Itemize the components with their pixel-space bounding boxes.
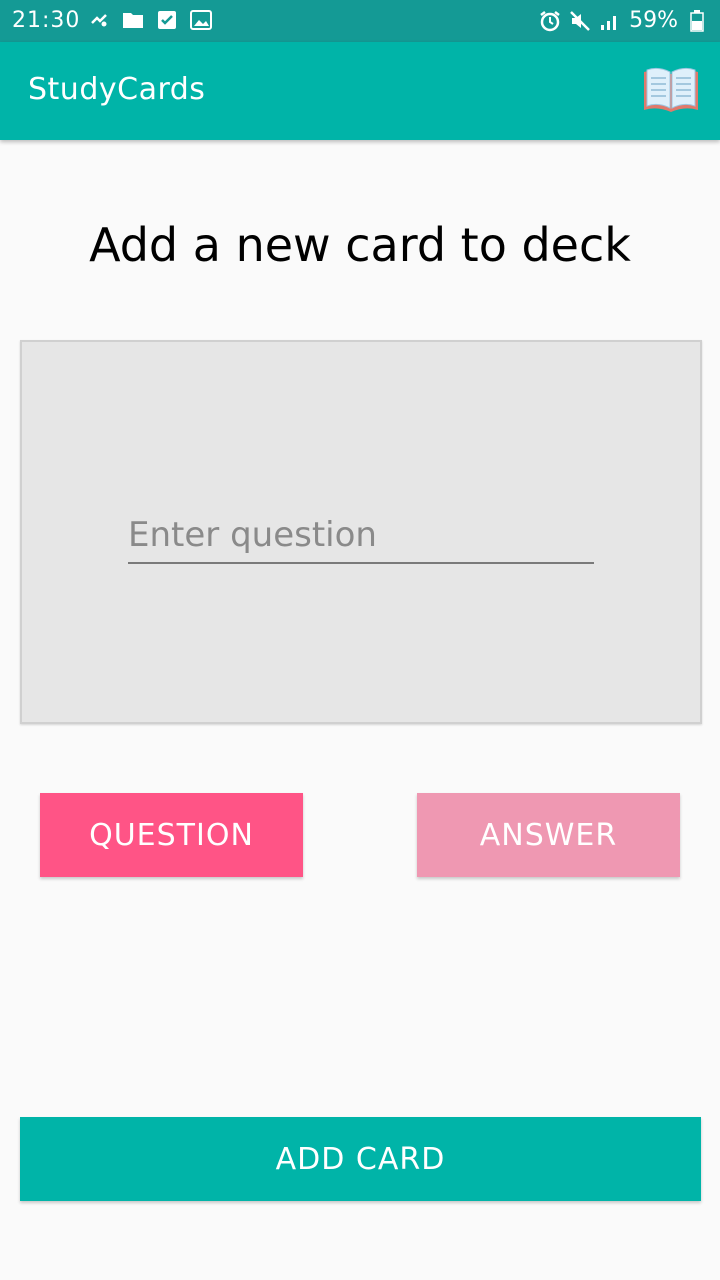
app-title: StudyCards: [28, 72, 206, 107]
image-icon: [190, 10, 212, 30]
mute-icon: [569, 10, 591, 31]
folder-icon: [122, 10, 144, 30]
status-bar: 21:30 59%: [0, 0, 720, 42]
answer-button[interactable]: ANSWER: [417, 793, 680, 877]
alarm-icon: [539, 10, 561, 31]
add-card-button[interactable]: ADD CARD: [20, 1117, 701, 1201]
battery-icon: [686, 9, 708, 32]
checkbox-icon: [156, 10, 178, 30]
page-heading: Add a new card to deck: [89, 218, 631, 272]
question-input[interactable]: [128, 508, 594, 564]
status-left-icons: [88, 10, 212, 30]
battery-percent: 59%: [629, 8, 678, 33]
status-time: 21:30: [12, 8, 81, 33]
question-button[interactable]: QUESTION: [40, 793, 303, 877]
accessibility-icon: [88, 10, 110, 30]
book-icon[interactable]: [642, 66, 700, 114]
app-bar: StudyCards: [0, 42, 720, 140]
flashcard: [20, 340, 702, 724]
status-right: 59%: [539, 8, 708, 33]
signal-icon: [599, 11, 621, 31]
